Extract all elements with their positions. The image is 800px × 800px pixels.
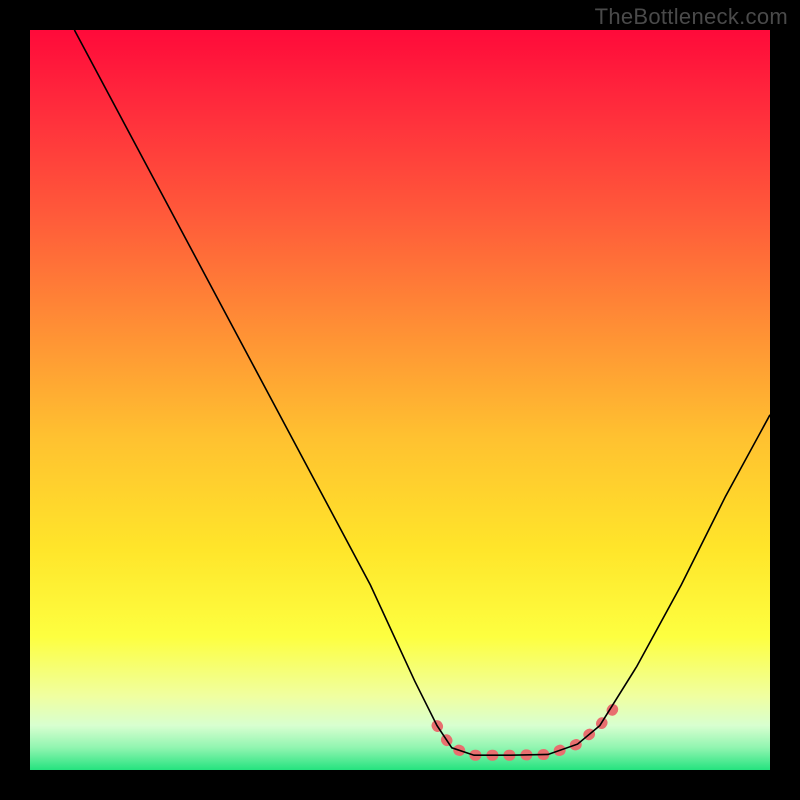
plot-area — [30, 30, 770, 770]
chart-frame: TheBottleneck.com — [0, 0, 800, 800]
watermark-label: TheBottleneck.com — [595, 4, 788, 30]
gradient-background — [30, 30, 770, 770]
chart-svg — [30, 30, 770, 770]
